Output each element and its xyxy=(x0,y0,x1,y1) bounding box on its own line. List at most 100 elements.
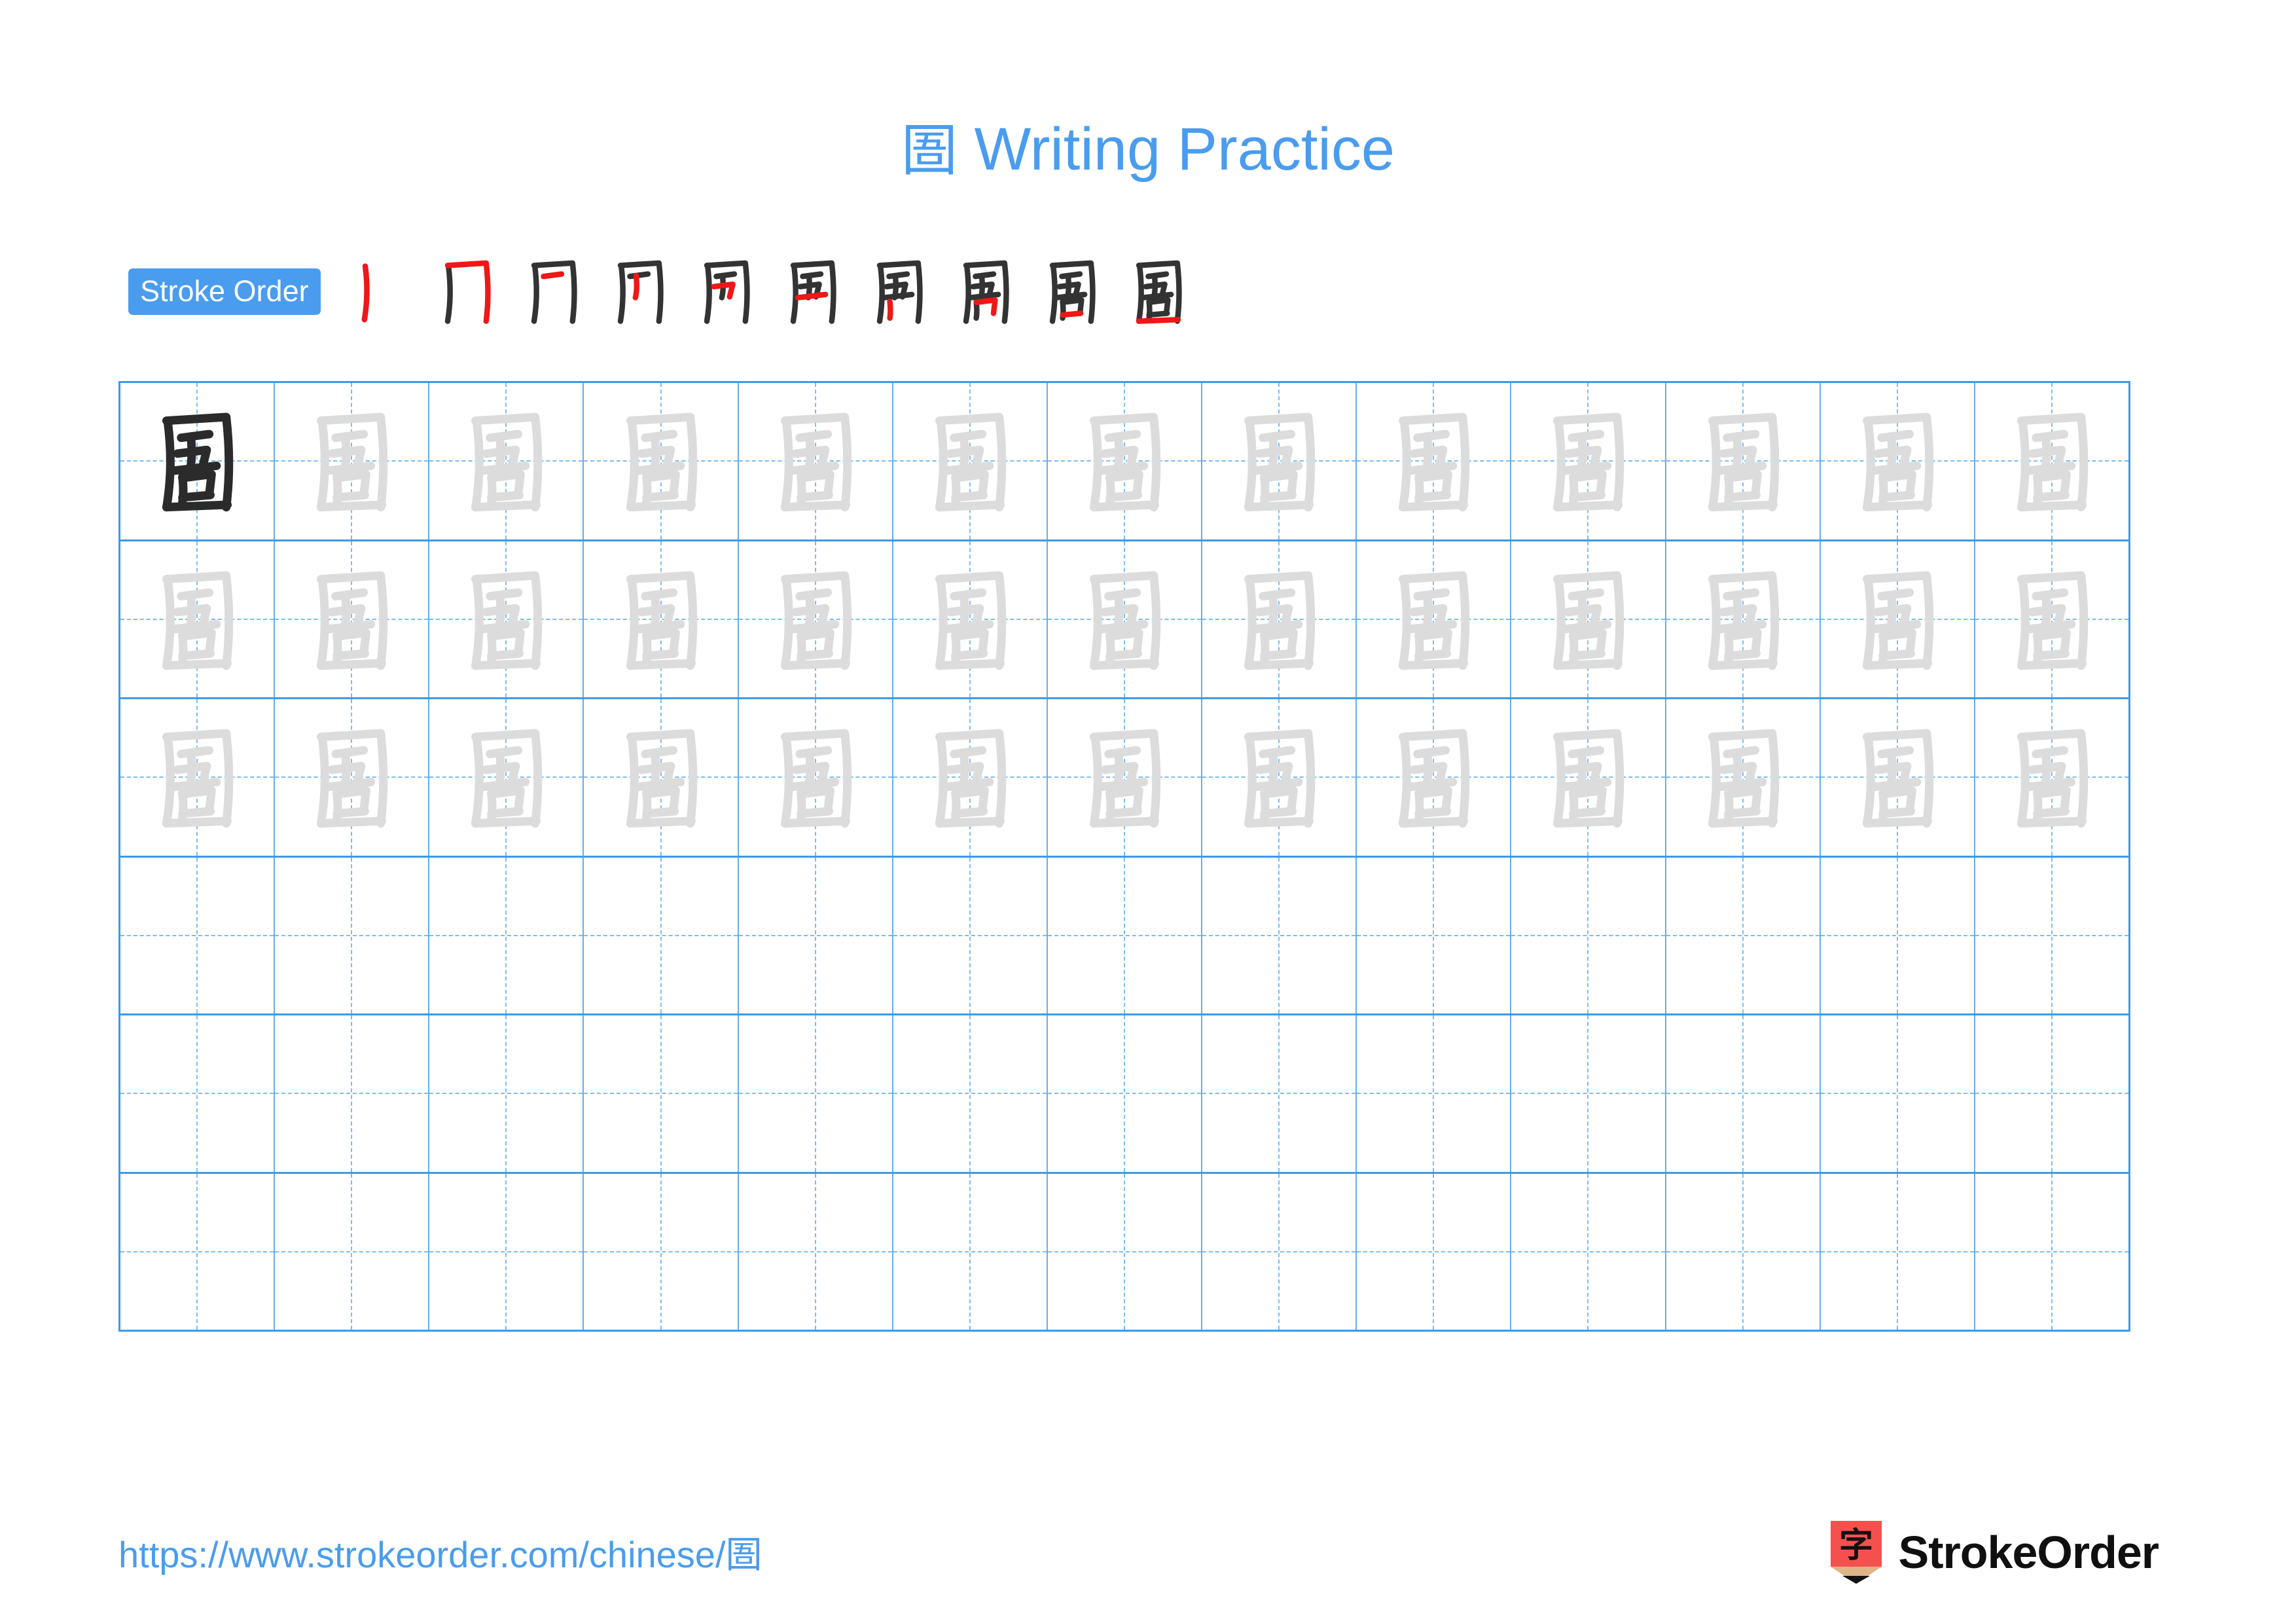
stroke-order-badge: Stroke Order xyxy=(128,268,321,315)
blank-practice-cell[interactable] xyxy=(120,1173,276,1330)
blank-practice-cell[interactable] xyxy=(893,1015,1048,1172)
blank-practice-cell[interactable] xyxy=(893,1173,1048,1330)
trace-character xyxy=(1048,699,1201,856)
trace-character xyxy=(893,383,1047,539)
trace-character-cell[interactable] xyxy=(1666,383,1821,539)
blank-practice-cell[interactable] xyxy=(429,1173,584,1330)
trace-character-cell[interactable] xyxy=(275,383,430,539)
blank-practice-cell[interactable] xyxy=(1511,1173,1666,1330)
blank-practice-cell[interactable] xyxy=(739,857,893,1013)
blank-practice-cell[interactable] xyxy=(1048,857,1203,1013)
stroke-step-5 xyxy=(683,252,770,331)
blank-practice-cell[interactable] xyxy=(1975,1174,2128,1330)
trace-character-cell[interactable] xyxy=(1975,541,2128,698)
blank-practice-cell[interactable] xyxy=(1202,1173,1357,1330)
trace-character xyxy=(1821,383,1974,539)
trace-character-cell[interactable] xyxy=(1975,699,2128,856)
model-character-cell[interactable] xyxy=(120,383,276,539)
practice-row xyxy=(120,857,2128,1015)
trace-character-cell[interactable] xyxy=(1357,541,1512,698)
blank-practice-cell[interactable] xyxy=(1357,1015,1512,1172)
trace-character xyxy=(1666,541,1820,698)
blank-practice-cell[interactable] xyxy=(739,1173,893,1330)
blank-practice-cell[interactable] xyxy=(1821,857,1975,1013)
blank-practice-cell[interactable] xyxy=(1357,857,1512,1013)
trace-character xyxy=(1511,383,1664,539)
blank-practice-cell[interactable] xyxy=(584,1173,739,1330)
trace-character-cell[interactable] xyxy=(1821,699,1975,856)
trace-character-cell[interactable] xyxy=(1357,383,1512,539)
blank-practice-cell[interactable] xyxy=(584,1015,739,1172)
trace-character-cell[interactable] xyxy=(893,541,1048,697)
blank-practice-cell[interactable] xyxy=(1821,1173,1975,1330)
practice-row xyxy=(120,1015,2128,1174)
trace-character-cell[interactable] xyxy=(1048,699,1203,856)
trace-character xyxy=(1202,541,1355,698)
trace-character xyxy=(1666,699,1820,856)
trace-character-cell[interactable] xyxy=(1048,383,1203,539)
trace-character-cell[interactable] xyxy=(275,541,430,697)
blank-practice-cell[interactable] xyxy=(1511,1015,1666,1172)
trace-character-cell[interactable] xyxy=(1821,383,1975,539)
trace-character-cell[interactable] xyxy=(584,541,739,698)
trace-character-cell[interactable] xyxy=(429,699,584,856)
practice-row xyxy=(120,699,2128,858)
trace-character-cell[interactable] xyxy=(739,699,893,856)
blank-practice-cell[interactable] xyxy=(1048,1015,1203,1172)
blank-practice-cell[interactable] xyxy=(120,1015,276,1172)
trace-character xyxy=(584,383,737,539)
trace-character-cell[interactable] xyxy=(893,699,1048,856)
trace-character-cell[interactable] xyxy=(1666,699,1821,856)
blank-practice-cell[interactable] xyxy=(1048,1173,1203,1330)
trace-character-cell[interactable] xyxy=(1511,541,1666,697)
trace-character-cell[interactable] xyxy=(1511,383,1666,539)
trace-character-cell[interactable] xyxy=(584,383,739,539)
stroke-step-6 xyxy=(770,252,856,331)
trace-character-cell[interactable] xyxy=(120,699,276,856)
blank-practice-cell[interactable] xyxy=(275,857,430,1013)
blank-practice-cell[interactable] xyxy=(429,1015,584,1172)
trace-character xyxy=(584,541,737,698)
trace-character xyxy=(584,699,737,856)
blank-practice-cell[interactable] xyxy=(1821,1015,1975,1172)
trace-character-cell[interactable] xyxy=(1357,699,1512,856)
trace-character-cell[interactable] xyxy=(1821,541,1975,697)
blank-practice-cell[interactable] xyxy=(120,857,276,1013)
blank-practice-cell[interactable] xyxy=(893,857,1048,1013)
blank-practice-cell[interactable] xyxy=(1975,858,2128,1014)
trace-character-cell[interactable] xyxy=(893,383,1048,539)
trace-character-cell[interactable] xyxy=(429,383,584,539)
blank-practice-cell[interactable] xyxy=(275,1015,430,1172)
trace-character-cell[interactable] xyxy=(1202,541,1357,698)
source-url[interactable]: https://www.strokeorder.com/chinese/圄 xyxy=(118,1532,762,1578)
trace-character-cell[interactable] xyxy=(429,541,584,697)
trace-character-cell[interactable] xyxy=(739,383,893,539)
blank-practice-cell[interactable] xyxy=(1666,857,1821,1013)
trace-character-cell[interactable] xyxy=(1666,541,1821,698)
trace-character xyxy=(1357,541,1510,698)
blank-practice-cell[interactable] xyxy=(739,1015,893,1172)
trace-character-cell[interactable] xyxy=(1511,699,1666,856)
trace-character-cell[interactable] xyxy=(1975,383,2128,539)
trace-character xyxy=(739,383,892,539)
trace-character-cell[interactable] xyxy=(584,699,739,856)
trace-character-cell[interactable] xyxy=(275,699,430,856)
blank-practice-cell[interactable] xyxy=(1511,857,1666,1013)
title-character: 圄 xyxy=(901,118,958,183)
trace-character-cell[interactable] xyxy=(120,541,276,697)
trace-character xyxy=(739,699,892,856)
blank-practice-cell[interactable] xyxy=(1357,1173,1512,1330)
blank-practice-cell[interactable] xyxy=(1202,857,1357,1013)
blank-practice-cell[interactable] xyxy=(429,857,584,1013)
practice-grid xyxy=(118,381,2130,1332)
blank-practice-cell[interactable] xyxy=(584,857,739,1013)
blank-practice-cell[interactable] xyxy=(1202,1015,1357,1172)
trace-character-cell[interactable] xyxy=(1202,699,1357,856)
trace-character-cell[interactable] xyxy=(1048,541,1203,697)
trace-character-cell[interactable] xyxy=(1202,383,1357,539)
blank-practice-cell[interactable] xyxy=(1666,1015,1821,1172)
blank-practice-cell[interactable] xyxy=(1666,1173,1821,1330)
trace-character-cell[interactable] xyxy=(739,541,893,697)
blank-practice-cell[interactable] xyxy=(1975,1015,2128,1172)
blank-practice-cell[interactable] xyxy=(275,1173,430,1330)
